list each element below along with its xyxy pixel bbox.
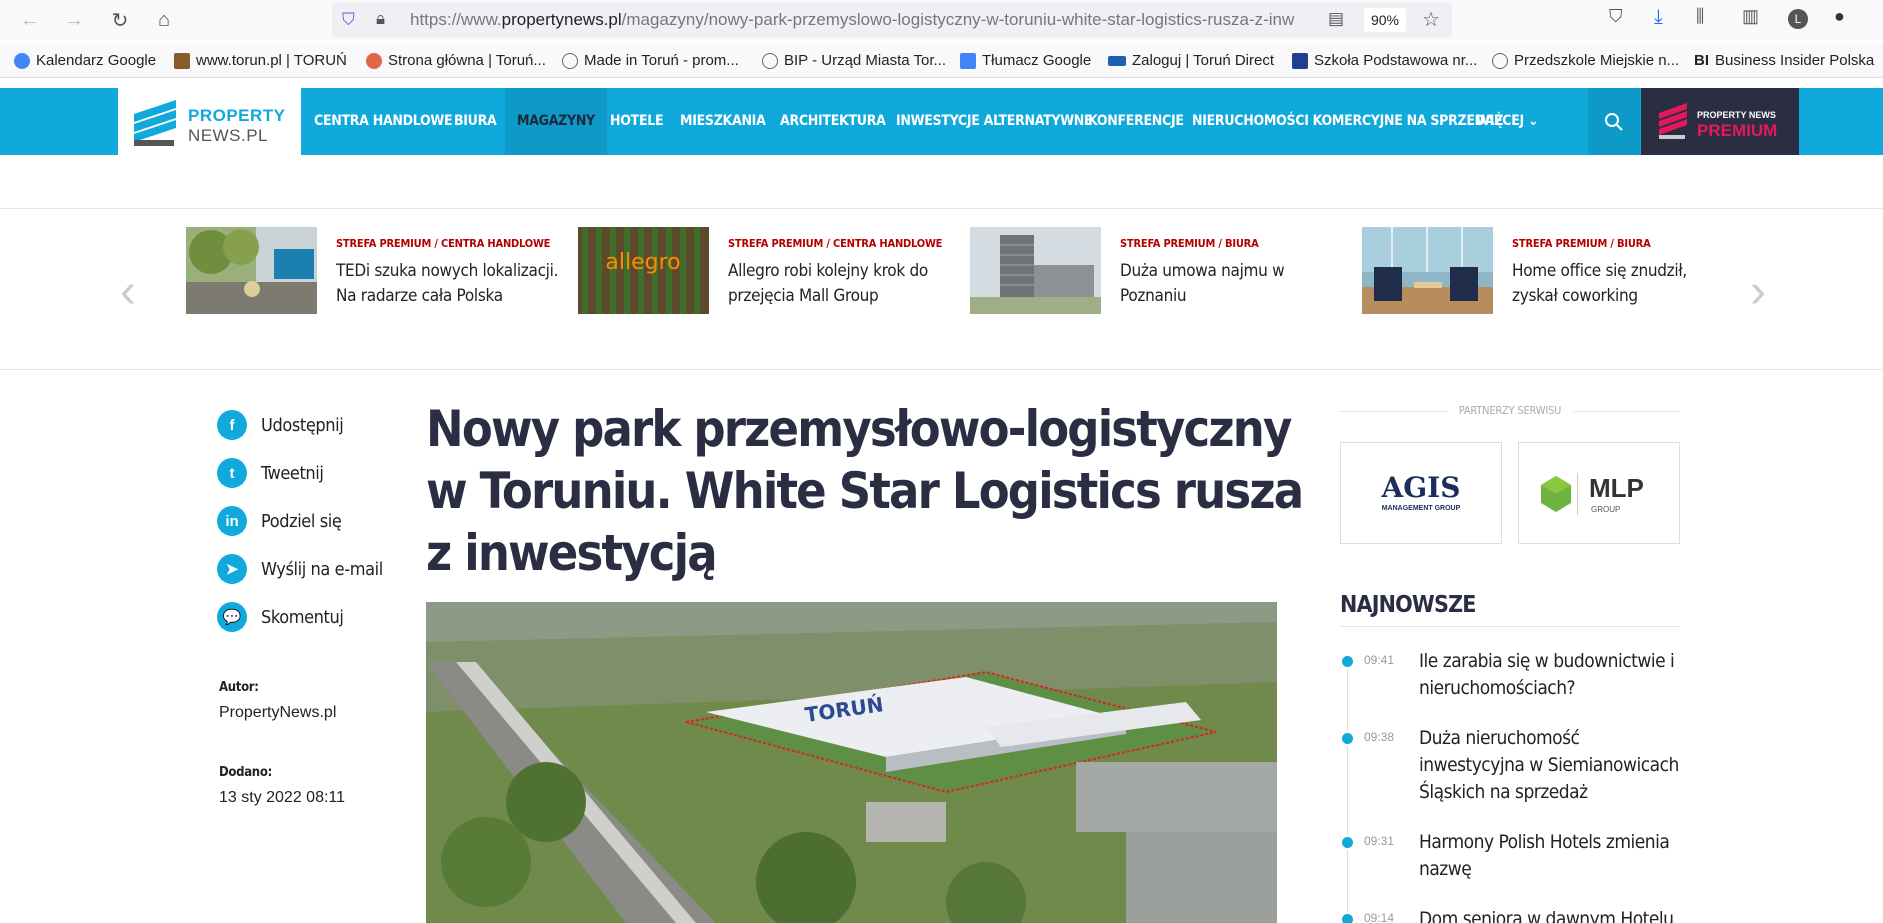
nav-centra-handlowe[interactable]: CENTRA HANDLOWE	[302, 88, 464, 155]
logo-building-icon	[134, 100, 176, 146]
bookmark-przedszkole[interactable]: Przedszkole Miejskie n...	[1492, 52, 1679, 69]
back-icon[interactable]: ←	[16, 6, 44, 34]
url-bar[interactable]: ⛉ 🔒︎ https://www.propertynews.pl/magazyn…	[332, 2, 1452, 38]
article-headline: Nowy park przemysłowo-logistyczny w Toru…	[426, 400, 1304, 582]
carousel-card[interactable]: STREFA PREMIUM / BIURA Home office się z…	[1362, 227, 1742, 317]
premium-button[interactable]: PROPERTY NEWS PREMIUM	[1641, 88, 1799, 155]
facebook-icon: f	[217, 410, 247, 440]
card-image-street	[186, 227, 317, 314]
card-image-allegro: allegro	[578, 227, 709, 314]
share-comment[interactable]: 💬 Skomentuj	[217, 602, 344, 632]
bookmark-made-in-torun[interactable]: Made in Toruń - prom...	[562, 52, 739, 69]
newest-heading: NAJNOWSZE	[1340, 592, 1476, 618]
nav-architektura[interactable]: ARCHITEKTURA	[768, 88, 898, 155]
clock-icon	[1340, 912, 1355, 923]
bookmarks-bar: Kalendarz Google www.torun.pl | TORUŃ St…	[0, 44, 1883, 78]
bookmark-szkola[interactable]: Szkoła Podstawowa nr...	[1292, 52, 1477, 69]
carousel-card[interactable]: STREFA PREMIUM / CENTRA HANDLOWE TEDi sz…	[186, 227, 566, 317]
share-facebook[interactable]: f Udostępnij	[217, 410, 344, 440]
site-logo[interactable]: PROPERTY NEWS.PL	[118, 88, 301, 155]
carousel-card[interactable]: STREFA PREMIUM / BIURA Duża umowa najmu …	[970, 227, 1350, 317]
globe-icon	[562, 52, 578, 69]
google-icon	[14, 52, 30, 69]
shield-icon[interactable]: ⛉	[342, 10, 355, 30]
card-image-office-building	[970, 227, 1101, 314]
bookmark-strona[interactable]: Strona główna | Toruń...	[366, 52, 546, 69]
torun-direct-icon	[1108, 55, 1126, 66]
send-icon: ➤	[217, 554, 247, 584]
bookmark-kalendarz[interactable]: Kalendarz Google	[14, 52, 156, 69]
newest-divider	[1340, 626, 1680, 627]
author-value: PropertyNews.pl	[219, 704, 337, 721]
card-image-coworking	[1362, 227, 1493, 314]
mlp-divider	[1577, 473, 1578, 515]
reader-view-icon[interactable]: ▤	[1328, 9, 1344, 29]
sidebar-icon[interactable]: ▥	[1742, 6, 1759, 27]
library-icon[interactable]: ⫼	[1696, 6, 1704, 27]
linkedin-icon: in	[217, 506, 247, 536]
svg-text:allegro: allegro	[605, 250, 680, 275]
news-timeline	[1347, 655, 1348, 923]
search-icon	[1605, 112, 1623, 131]
partners-label: PARTNERZY SERWISU	[1458, 404, 1562, 417]
clock-icon	[1340, 654, 1355, 669]
bookmark-business-insider[interactable]: BI Business Insider Polska	[1694, 52, 1874, 69]
clock-icon	[1340, 835, 1355, 850]
nav-biura[interactable]: BIURA	[442, 88, 508, 155]
globe-icon	[762, 52, 778, 69]
carousel-next-icon[interactable]: ›	[1750, 264, 1766, 319]
nav-magazyny[interactable]: MAGAZYNY	[505, 88, 607, 155]
partner-agis[interactable]: AGIS MANAGEMENT GROUP	[1340, 442, 1502, 544]
torun-icon	[174, 52, 190, 69]
premium-logo-icon	[1659, 103, 1687, 139]
author-label: Autor:	[219, 680, 259, 695]
twitter-icon: t	[217, 458, 247, 488]
download-icon[interactable]: ⤓	[1654, 6, 1663, 29]
lock-icon[interactable]: 🔒︎	[376, 9, 385, 29]
browser-toolbar: ← → ↻ ⌂ ⛉ 🔒︎ https://www.propertynews.pl…	[0, 0, 1883, 40]
torun-heart-icon	[366, 52, 382, 69]
comment-icon: 💬	[217, 602, 247, 632]
site-search-button[interactable]	[1588, 88, 1640, 155]
added-label: Dodano:	[219, 765, 272, 780]
share-twitter[interactable]: t Tweetnij	[217, 458, 324, 488]
carousel-prev-icon[interactable]: ‹	[120, 264, 136, 319]
bookmark-star-icon[interactable]: ☆	[1422, 7, 1440, 32]
article-hero-image: TORUŃ	[426, 602, 1277, 923]
zoom-level[interactable]: 90%	[1364, 8, 1406, 32]
bookmark-torun[interactable]: www.torun.pl | TORUŃ	[174, 52, 347, 69]
globe-icon	[1492, 52, 1508, 69]
premium-carousel: ‹ STREFA PREMIUM / CENTRA HANDLOWE TEDi …	[0, 208, 1883, 370]
mlp-logo-icon	[1541, 476, 1571, 512]
share-linkedin[interactable]: in Podziel się	[217, 506, 342, 536]
school-icon	[1292, 52, 1308, 69]
translate-icon	[960, 52, 976, 69]
nav-wiecej[interactable]: WIĘCEJ ⌄	[1464, 88, 1550, 155]
bookmark-tlumacz[interactable]: Tłumacz Google	[960, 52, 1091, 69]
bookmark-bip[interactable]: BIP - Urząd Miasta Tor...	[762, 52, 946, 69]
url-text[interactable]: https://www.propertynews.pl/magazyny/now…	[410, 10, 1300, 30]
profile-avatar[interactable]: L	[1788, 9, 1808, 29]
partner-mlp[interactable]: MLP GROUP	[1518, 442, 1680, 544]
reload-icon[interactable]: ↻	[106, 6, 134, 34]
extensions-icon[interactable]: ●	[1834, 6, 1845, 27]
forward-icon[interactable]: →	[60, 6, 88, 34]
share-email[interactable]: ➤ Wyślij na e-mail	[217, 554, 383, 584]
added-value: 13 sty 2022 08:11	[219, 789, 346, 806]
nav-hotele[interactable]: HOTELE	[598, 88, 675, 155]
clock-icon	[1340, 731, 1355, 746]
site-nav: PROPERTY NEWS.PL CENTRA HANDLOWE BIURA M…	[0, 88, 1883, 155]
carousel-card[interactable]: allegro STREFA PREMIUM / CENTRA HANDLOWE…	[578, 227, 958, 317]
home-icon[interactable]: ⌂	[150, 6, 178, 34]
bookmark-torun-direct[interactable]: Zaloguj | Toruń Direct	[1108, 52, 1274, 69]
nav-inwestycje-alternatywne[interactable]: INWESTYCJE ALTERNATYWNE	[884, 88, 1104, 155]
pocket-icon[interactable]: ⛉	[1609, 6, 1623, 27]
bi-icon: BI	[1694, 52, 1709, 69]
nav-konferencje[interactable]: KONFERENCJE	[1076, 88, 1196, 155]
nav-mieszkania[interactable]: MIESZKANIA	[668, 88, 778, 155]
